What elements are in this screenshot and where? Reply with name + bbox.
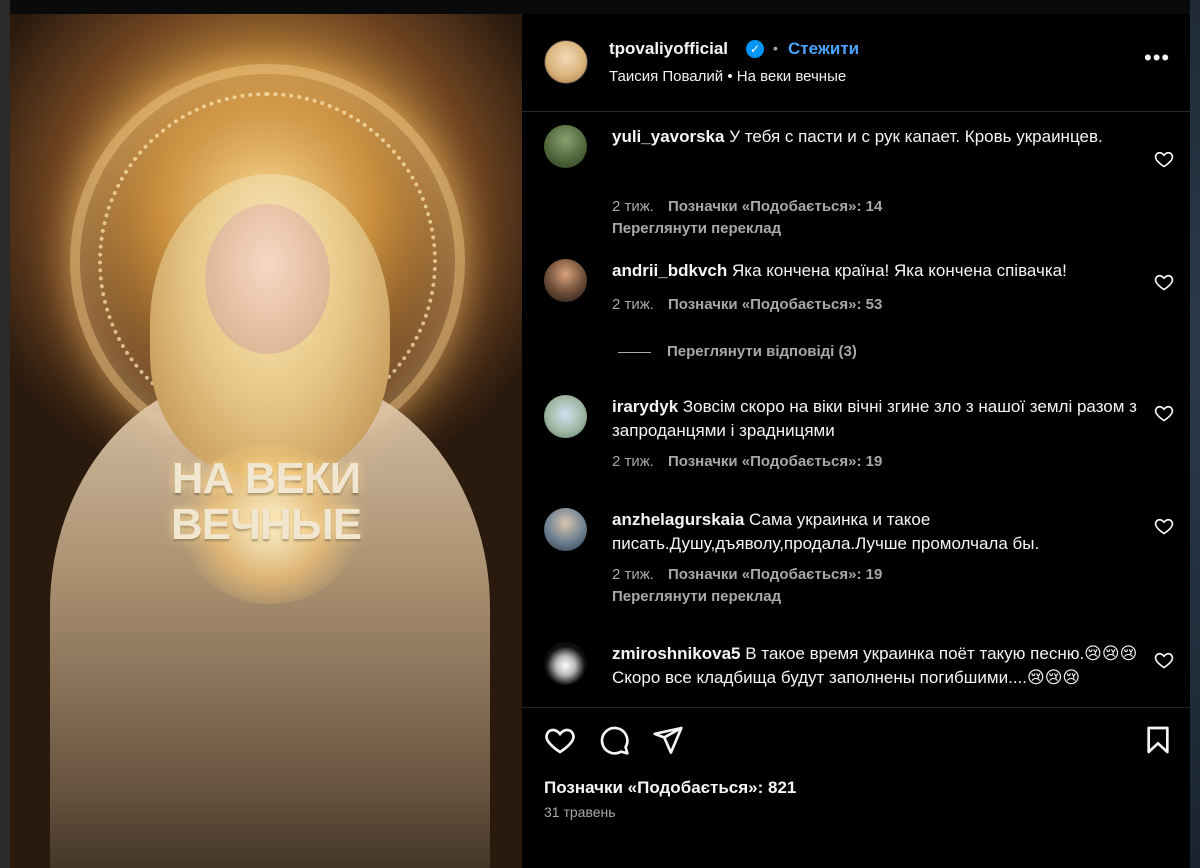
commenter-avatar[interactable] [544,508,587,551]
backdrop-right [1190,0,1200,868]
follow-button[interactable]: Стежити [788,39,859,59]
comment-like-heart-icon[interactable] [1154,149,1174,169]
comment-text: andrii_bdkvch Яка кончена країна! Яка ко… [612,259,1142,283]
comment-likes[interactable]: Позначки «Подобається»: 14 [668,198,882,215]
verified-badge-icon: ✓ [746,40,764,58]
comment-likes[interactable]: Позначки «Подобається»: 19 [668,566,882,583]
replies-divider [618,351,651,353]
comment-body: У тебя с пасти и с рук капает. Кровь укр… [729,127,1103,146]
comment-text: zmiroshnikova5 В такое время украинка по… [612,642,1142,690]
comment-likes[interactable]: Позначки «Подобається»: 53 [668,296,882,313]
more-options-icon[interactable]: ••• [1144,47,1170,69]
poster-title-line2: ВЕЧНЫЕ [170,500,362,549]
comment-body: Яка кончена країна! Яка кончена співачка… [732,261,1067,280]
comment-time[interactable]: 2 тиж. [612,296,654,313]
comment-like-heart-icon[interactable] [1154,272,1174,292]
comments-list[interactable]: yuli_yavorska У тебя с пасти и с рук кап… [522,113,1190,707]
comment-time[interactable]: 2 тиж. [612,566,654,583]
comment-likes[interactable]: Позначки «Подобається»: 19 [668,453,882,470]
post-header: tpovaliyofficial ✓ • Стежити Таисия Пова… [522,14,1190,112]
see-translation-link[interactable]: Переглянути переклад [612,588,781,605]
like-heart-icon[interactable] [544,724,576,756]
backdrop-left [0,0,10,868]
comment-like-heart-icon[interactable] [1154,650,1174,670]
comment-time[interactable]: 2 тиж. [612,453,654,470]
commenter-avatar[interactable] [544,395,587,438]
commenter-avatar[interactable] [544,642,587,685]
post-actions: Позначки «Подобається»: 821 31 травень [522,707,1190,868]
save-bookmark-icon[interactable] [1142,724,1174,756]
view-replies-button[interactable]: Переглянути відповіді (3) [618,343,857,360]
header-separator: • [773,40,778,56]
comment-text: yuli_yavorska У тебя с пасти и с рук кап… [612,125,1142,149]
comment-like-heart-icon[interactable] [1154,403,1174,423]
comment-like-heart-icon[interactable] [1154,516,1174,536]
comment-text: irarydyk Зовсім скоро на віки вічні згин… [612,395,1142,443]
commenter-username[interactable]: anzhelagurskaia [612,510,744,529]
commenter-username[interactable]: yuli_yavorska [612,127,724,146]
audio-subtitle[interactable]: Таисия Повалий • На веки вечные [609,68,846,85]
author-username[interactable]: tpovaliyofficial [609,39,728,59]
commenter-username[interactable]: irarydyk [612,397,678,416]
post-side-panel: tpovaliyofficial ✓ • Стежити Таисия Пова… [522,14,1190,868]
comment-meta: 2 тиж. Позначки «Подобається»: 53 [612,296,882,313]
commenter-avatar[interactable] [544,125,587,168]
post-likes-count[interactable]: Позначки «Подобається»: 821 [544,778,796,798]
comment-meta: 2 тиж. Позначки «Подобається»: 14 [612,198,882,215]
comment-text: anzhelagurskaia Сама украинка и такое пи… [612,508,1142,556]
post-media[interactable]: НА ВЕКИ ВЕЧНЫЕ [10,14,522,868]
comment-bubble-icon[interactable] [598,724,630,756]
view-replies-label[interactable]: Переглянути відповіді (3) [667,343,857,360]
comment-body: Зовсім скоро на віки вічні згине зло з н… [612,397,1137,440]
author-avatar[interactable] [544,40,588,84]
commenter-username[interactable]: zmiroshnikova5 [612,644,741,663]
commenter-username[interactable]: andrii_bdkvch [612,261,727,280]
comment-meta: 2 тиж. Позначки «Подобається»: 19 [612,566,882,583]
comment-meta: 2 тиж. Позначки «Подобається»: 19 [612,453,882,470]
media-figure-face [205,204,330,354]
share-send-icon[interactable] [652,724,684,756]
commenter-avatar[interactable] [544,259,587,302]
post-date[interactable]: 31 травень [544,804,616,820]
comment-time[interactable]: 2 тиж. [612,198,654,215]
poster-title: НА ВЕКИ ВЕЧНЫЕ [10,456,522,548]
see-translation-link[interactable]: Переглянути переклад [612,220,781,237]
poster-title-line1: НА ВЕКИ [171,454,361,503]
